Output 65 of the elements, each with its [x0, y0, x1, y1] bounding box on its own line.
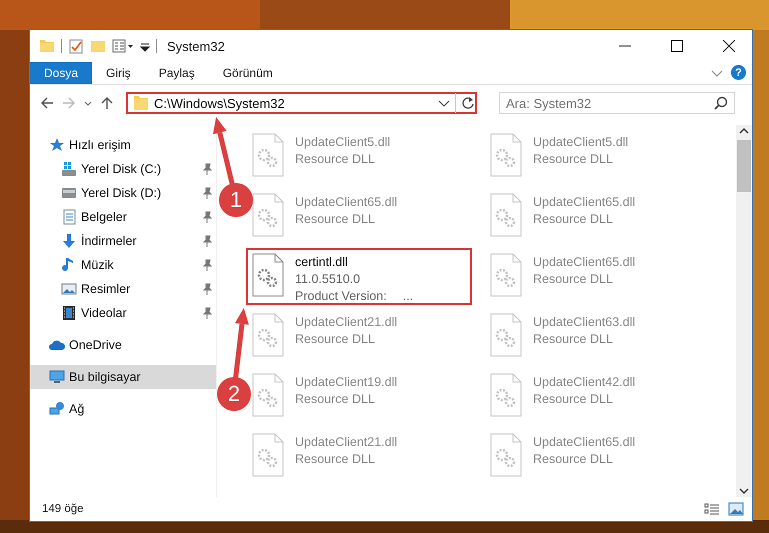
ribbon-tab[interactable]: Giriş	[92, 62, 145, 84]
file-description: Resource DLL	[295, 151, 376, 168]
help-button[interactable]: ?	[731, 65, 746, 80]
back-arrow-icon[interactable]	[40, 96, 54, 110]
folder-icon	[133, 96, 149, 110]
up-arrow-icon[interactable]	[100, 96, 114, 110]
nav-item[interactable]: Yerel Disk (C:)	[30, 157, 216, 181]
properties-icon[interactable]	[68, 38, 84, 54]
search-field[interactable]: Ara: System32	[499, 92, 735, 114]
file-name[interactable]: certintl.dll	[295, 254, 414, 271]
address-path: C:\Windows\System32	[154, 96, 286, 110]
nav-item[interactable]: Videolar	[30, 301, 216, 325]
file-description: Resource DLL	[295, 211, 376, 228]
pictures-icon	[61, 281, 77, 297]
film-icon	[61, 305, 77, 321]
nav-item[interactable]: Müzik	[30, 253, 216, 277]
nav-item[interactable]: Hızlı erişim	[30, 133, 216, 157]
ribbon-tab[interactable]: Dosya	[30, 62, 92, 84]
file-description: Resource DLL	[295, 451, 376, 468]
view-options-icon[interactable]	[112, 38, 134, 54]
dll-file-icon[interactable]	[251, 253, 285, 297]
ribbon-tab[interactable]: Görünüm	[208, 62, 287, 84]
file-description: Resource DLL	[295, 331, 376, 348]
file-description: Resource DLL	[533, 391, 614, 408]
star-icon	[49, 137, 65, 153]
scroll-down-icon[interactable]	[739, 488, 749, 494]
close-icon	[723, 40, 735, 52]
details-view-icon[interactable]	[704, 502, 720, 516]
scroll-up-icon[interactable]	[739, 128, 749, 134]
refresh-icon[interactable]	[461, 96, 475, 110]
nav-item[interactable]: OneDrive	[30, 333, 216, 357]
nav-item[interactable]: Yerel Disk (D:)	[30, 181, 216, 205]
expand-ribbon-icon[interactable]	[711, 70, 723, 76]
ribbon-tab[interactable]: Paylaş	[144, 62, 209, 84]
download-arrow-icon	[61, 233, 77, 249]
network-icon	[49, 401, 65, 417]
file-description: Resource DLL	[295, 391, 376, 408]
item-count: 149 öğe	[42, 503, 84, 515]
drive-icon	[61, 185, 77, 201]
file-description: Resource DLL	[533, 151, 614, 168]
recent-locations-icon[interactable]	[84, 100, 92, 106]
computer-icon	[49, 369, 65, 385]
detail-label: Product Version:	[295, 288, 387, 305]
large-icons-view-icon[interactable]	[728, 502, 744, 516]
maximize-icon	[671, 40, 683, 52]
file-description: Resource DLL	[533, 271, 614, 288]
window-title: System32	[167, 38, 225, 54]
nav-item[interactable]: Resimler	[30, 277, 216, 301]
drive-icon	[61, 161, 77, 177]
detail-value: ...	[402, 288, 414, 305]
nav-item[interactable]: İndirmeler	[30, 229, 216, 253]
nav-item[interactable]: Ağ	[30, 397, 216, 421]
file-description: Resource DLL	[533, 211, 614, 228]
forward-arrow-icon[interactable]	[62, 96, 76, 110]
file-version: 11.0.5510.0	[295, 271, 362, 288]
dropdown-caret-icon[interactable]	[438, 100, 450, 106]
scrollbar-thumb[interactable]	[737, 140, 751, 192]
search-icon[interactable]	[714, 96, 728, 110]
file-description: Resource DLL	[533, 451, 614, 468]
nav-item[interactable]: Belgeler	[30, 205, 216, 229]
file-description: Resource DLL	[533, 331, 614, 348]
document-icon	[61, 209, 77, 225]
minimize-icon	[619, 45, 631, 47]
address-bar[interactable]: C:\Windows\System32	[126, 92, 477, 114]
nav-item[interactable]: Bu bilgisayar	[30, 365, 216, 389]
